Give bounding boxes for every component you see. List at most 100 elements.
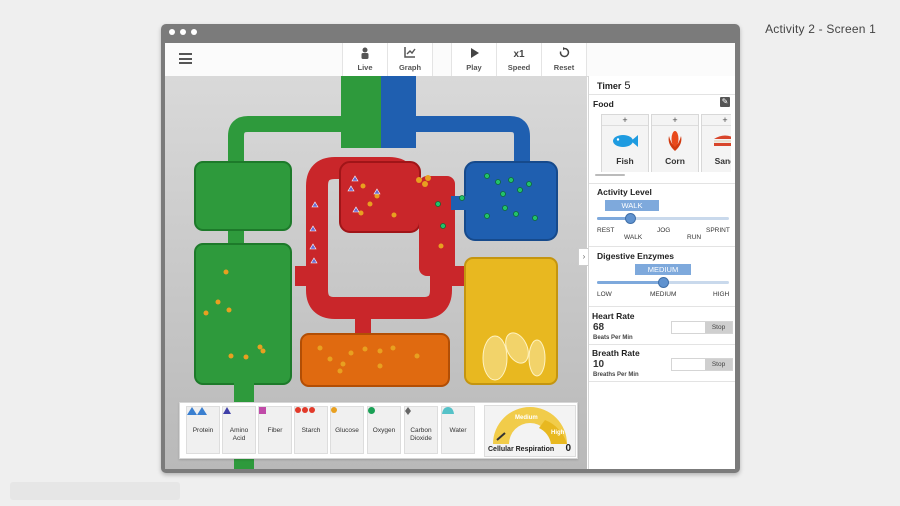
mitochondrion: [482, 335, 508, 381]
enzymes-slider-thumb[interactable]: [658, 277, 669, 288]
digestive-enzymes-value: MEDIUM: [635, 264, 691, 275]
legend-label: Oxygen: [372, 427, 396, 434]
legend-item-fiber: Fiber: [258, 406, 292, 454]
breath-rate-value: 10: [593, 359, 605, 370]
cellular-respiration-gauge: Medium High Cellular Respiration 0: [484, 405, 576, 457]
food-scrollbar[interactable]: [595, 174, 625, 176]
legend-label: Amino Acid: [229, 427, 249, 442]
activity-level-title: Activity Level: [597, 187, 652, 197]
heart-rate-title: Heart Rate: [592, 311, 635, 321]
heart-rate-stop-button[interactable]: Stop: [705, 322, 732, 333]
play-label: Play: [466, 63, 482, 72]
glucose-icon: [331, 407, 363, 427]
legend-item-glucose: Glucose: [330, 406, 364, 454]
food-name: Corn: [665, 156, 685, 166]
tick-walk: WALK: [624, 234, 643, 241]
toolbar: Live Graph Play x1 Speed Reset: [165, 43, 735, 77]
heart-rate-control: Stop: [671, 321, 733, 334]
activity-slider-thumb[interactable]: [625, 213, 636, 224]
window-content: Live Graph Play x1 Speed Reset Protein A…: [165, 43, 735, 469]
add-corn-button[interactable]: +: [652, 115, 698, 126]
divider: [589, 344, 735, 345]
lung-duct: [341, 76, 381, 148]
reset-label: Reset: [553, 63, 575, 72]
gauge-high-label: High: [551, 430, 565, 436]
starch-icon: [295, 407, 327, 427]
control-panel: Timer 5 Food ✎ + Fish + Corn + San Activ…: [588, 76, 735, 469]
mitochondrion: [528, 339, 546, 377]
breath-rate-stop-button[interactable]: Stop: [705, 359, 732, 370]
simulation-window: Live Graph Play x1 Speed Reset Protein A…: [161, 24, 740, 473]
graph-button[interactable]: Graph: [387, 43, 433, 76]
fiber-icon: [259, 407, 291, 427]
tick-run: RUN: [687, 234, 702, 241]
divider: [589, 306, 735, 307]
heart-rate-value: 68: [593, 322, 605, 333]
food-name: Fish: [616, 156, 634, 166]
tick-rest: REST: [597, 227, 615, 234]
water-icon: [442, 407, 474, 427]
blood-duct: [381, 76, 416, 148]
tick-low: LOW: [597, 291, 612, 298]
lung-chamber-bottom: [194, 243, 292, 385]
cellular-respiration-value: 0: [565, 443, 571, 454]
graph-label: Graph: [398, 63, 422, 72]
activity-level-value: WALK: [605, 200, 659, 211]
divider: [589, 183, 735, 184]
legend-label: Water: [449, 427, 467, 434]
food-name: Sand: [714, 156, 731, 166]
divider: [589, 246, 735, 247]
legend-label: Protein: [192, 427, 214, 434]
live-label: Live: [357, 63, 373, 72]
timer-label: Timer: [597, 81, 622, 91]
body-system-simulation: Protein Amino Acid Fiber Starch Glucose Oxyge…: [165, 76, 587, 469]
divider: [589, 94, 735, 95]
digestive-enzymes-title: Digestive Enzymes: [597, 251, 675, 261]
divider: [589, 381, 735, 382]
edit-icon[interactable]: ✎: [720, 97, 730, 107]
heart-connector-left: [295, 266, 321, 286]
speed-value: x1: [513, 49, 525, 60]
reset-button[interactable]: Reset: [541, 43, 587, 76]
add-sandwich-button[interactable]: +: [702, 115, 731, 126]
live-button[interactable]: Live: [342, 43, 388, 76]
legend-label: Glucose: [335, 427, 359, 434]
breath-rate-title: Breath Rate: [592, 348, 640, 358]
tick-medium: MEDIUM: [650, 291, 677, 298]
legend-item-protein: Protein: [186, 406, 220, 454]
food-card-corn[interactable]: + Corn: [651, 114, 699, 172]
window-dots: [169, 29, 197, 35]
heart-chamber: [339, 161, 421, 233]
activity-level-slider[interactable]: [597, 217, 729, 220]
fish-icon: [602, 126, 648, 156]
menu-icon[interactable]: [179, 53, 192, 64]
legend-item-oxygen: Oxygen: [367, 406, 401, 454]
tick-sprint: SPRINT: [706, 227, 730, 234]
legend-label: Starch: [301, 427, 321, 434]
tick-high: HIGH: [713, 291, 730, 298]
food-card-fish[interactable]: + Fish: [601, 114, 649, 172]
heart-right-side: [419, 176, 455, 276]
play-button[interactable]: Play: [451, 43, 497, 76]
add-fish-button[interactable]: +: [602, 115, 648, 126]
food-title: Food: [593, 99, 614, 109]
gauge-medium-label: Medium: [515, 415, 538, 421]
blood-chamber: [464, 161, 558, 241]
carbon-dioxide-icon: [405, 407, 437, 427]
tick-jog: JOG: [657, 227, 671, 234]
oxygen-icon: [368, 407, 400, 427]
decorative-shadow: [10, 482, 180, 500]
legend-item-amino-acid: Amino Acid: [222, 406, 256, 454]
speed-button[interactable]: x1 Speed: [496, 43, 542, 76]
person-icon: [343, 47, 387, 63]
food-card-sandwich[interactable]: + Sand: [701, 114, 731, 172]
heart-rate-unit: Beats Per Min: [593, 335, 633, 341]
legend-item-water: Water: [441, 406, 475, 454]
cellular-respiration-label: Cellular Respiration: [488, 446, 555, 453]
screen-label: Activity 2 - Screen 1: [765, 22, 876, 36]
play-icon: [452, 47, 496, 63]
breath-rate-control: Stop: [671, 358, 733, 371]
breath-rate-unit: Breaths Per Min: [593, 372, 639, 378]
lung-chamber-top: [194, 161, 292, 231]
corn-icon: [652, 126, 698, 156]
